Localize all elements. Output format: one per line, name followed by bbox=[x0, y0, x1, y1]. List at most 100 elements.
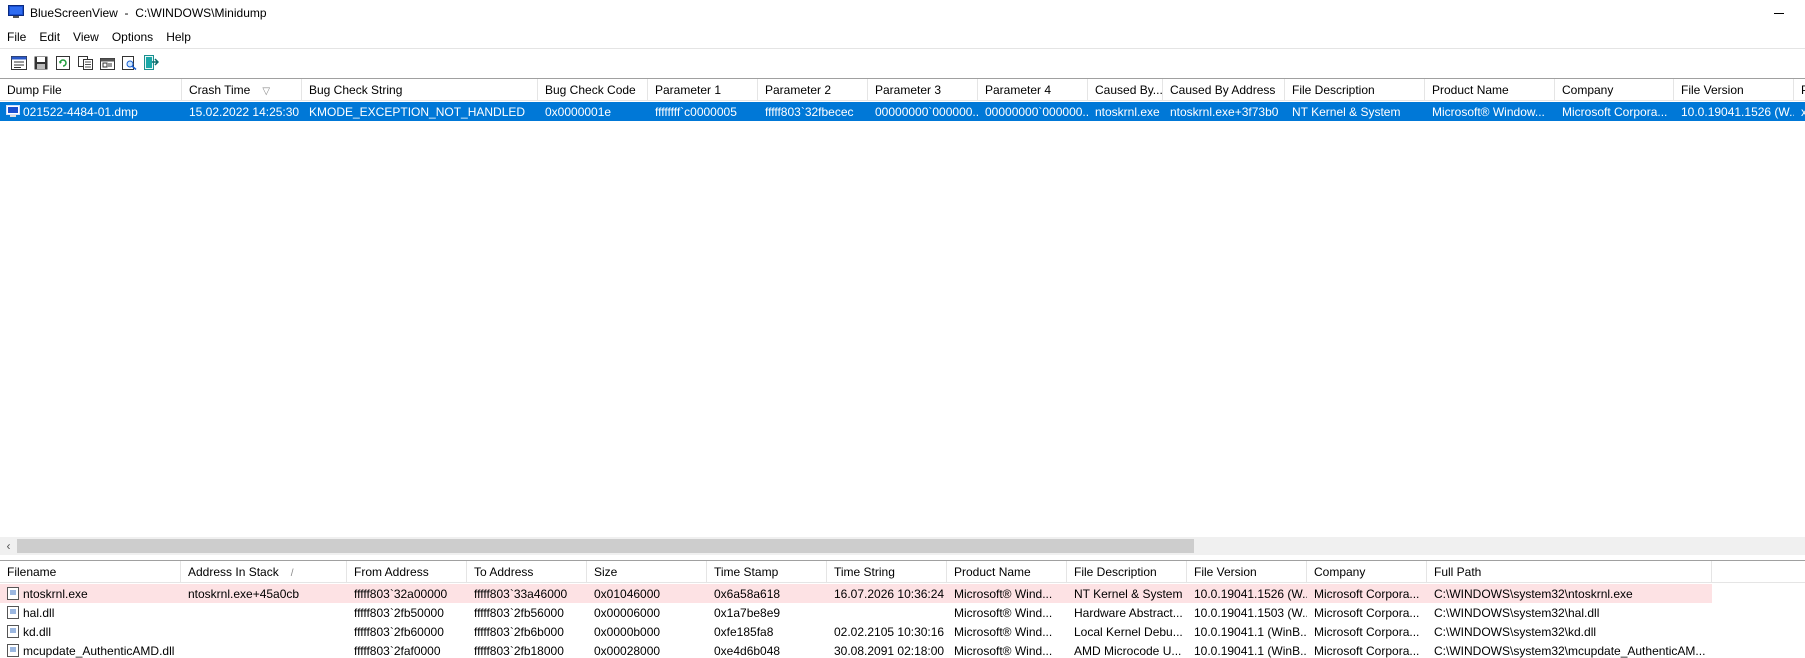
driver-list-header: Filename Address In Stack / From Address … bbox=[0, 561, 1805, 583]
scroll-left-icon[interactable]: ‹ bbox=[0, 537, 17, 555]
cell-file-version: 10.0.19041.1 (WinB... bbox=[1194, 625, 1307, 639]
cell-file-version: 10.0.19041.1526 (W... bbox=[1194, 587, 1307, 601]
col-caused-by-address[interactable]: Caused By Address bbox=[1163, 79, 1285, 101]
cell-from-address: fffff803`32a00000 bbox=[354, 587, 448, 601]
driver-row[interactable]: hal.dll fffff803`2fb50000 fffff803`2fb56… bbox=[0, 603, 1805, 622]
col-bug-check-code[interactable]: Bug Check Code bbox=[538, 79, 648, 101]
cell-full-path: C:\WINDOWS\system32\kd.dll bbox=[1434, 625, 1597, 639]
save-button[interactable] bbox=[30, 52, 52, 74]
driver-row[interactable]: kd.dll fffff803`2fb60000 fffff803`2fb6b0… bbox=[0, 622, 1805, 641]
col-full-path[interactable]: Full Path bbox=[1427, 561, 1712, 583]
cell-parameter-4: 00000000`000000... bbox=[985, 105, 1088, 119]
col-parameter-1[interactable]: Parameter 1 bbox=[648, 79, 758, 101]
col-file-description[interactable]: File Description bbox=[1285, 79, 1425, 101]
find-button[interactable] bbox=[118, 52, 140, 74]
cell-company: Microsoft Corpora... bbox=[1314, 587, 1420, 601]
cell-product-name: Microsoft® Wind... bbox=[954, 606, 1053, 620]
col-more[interactable]: P bbox=[1794, 79, 1805, 101]
copy-icon bbox=[77, 55, 93, 70]
cell-from-address: fffff803`2fb60000 bbox=[354, 625, 444, 639]
crash-list-header: Dump File Crash Time ▽ Bug Check String B… bbox=[0, 79, 1805, 101]
crash-row[interactable]: 021522-4484-01.dmp 15.02.2022 14:25:30 K… bbox=[0, 102, 1805, 121]
col-product-name[interactable]: Product Name bbox=[947, 561, 1067, 583]
title-bar: BlueScreenView - C:\WINDOWS\Minidump bbox=[0, 0, 1805, 26]
col-file-description[interactable]: File Description bbox=[1067, 561, 1187, 583]
driver-row[interactable]: mcupdate_AuthenticAMD.dll fffff803`2faf0… bbox=[0, 641, 1805, 658]
copy-button[interactable] bbox=[74, 52, 96, 74]
cell-to-address: fffff803`2fb56000 bbox=[474, 606, 564, 620]
save-icon bbox=[34, 56, 48, 69]
cell-time-stamp: 0xfe185fa8 bbox=[714, 625, 774, 639]
col-dump-file[interactable]: Dump File bbox=[0, 79, 182, 101]
col-company[interactable]: Company bbox=[1555, 79, 1674, 101]
col-filename[interactable]: Filename bbox=[0, 561, 181, 583]
cell-to-address: fffff803`2fb6b000 bbox=[474, 625, 564, 639]
properties-button[interactable] bbox=[96, 52, 118, 74]
col-file-version[interactable]: File Version bbox=[1674, 79, 1794, 101]
cell-product-name: Microsoft® Wind... bbox=[954, 644, 1053, 658]
cell-filename: ntoskrnl.exe bbox=[23, 587, 88, 601]
cell-time-stamp: 0x6a58a618 bbox=[714, 587, 781, 601]
exit-icon bbox=[144, 55, 159, 70]
col-company[interactable]: Company bbox=[1307, 561, 1427, 583]
cell-filename: kd.dll bbox=[23, 625, 52, 639]
cell-size: 0x01046000 bbox=[594, 587, 661, 601]
col-parameter-3[interactable]: Parameter 3 bbox=[868, 79, 978, 101]
col-time-string[interactable]: Time String bbox=[827, 561, 947, 583]
cell-product-name: Microsoft® Window... bbox=[1432, 105, 1545, 119]
toolbar bbox=[0, 48, 1805, 76]
cell-parameter-2: fffff803`32fbecec bbox=[765, 105, 854, 119]
cell-time-string: 30.08.2091 02:18:00 bbox=[834, 644, 945, 658]
col-address-in-stack[interactable]: Address In Stack / bbox=[181, 561, 347, 583]
cell-from-address: fffff803`2faf0000 bbox=[354, 644, 441, 658]
col-size[interactable]: Size bbox=[587, 561, 707, 583]
cell-to-address: fffff803`2fb18000 bbox=[474, 644, 564, 658]
menu-edit[interactable]: Edit bbox=[32, 27, 66, 47]
html-report-button[interactable] bbox=[8, 52, 30, 74]
cell-company: Microsoft Corpora... bbox=[1314, 606, 1420, 620]
col-time-stamp[interactable]: Time Stamp bbox=[707, 561, 827, 583]
cell-parameter-1: ffffffff`c0000005 bbox=[655, 105, 737, 119]
col-from-address[interactable]: From Address bbox=[347, 561, 467, 583]
driver-list-pane[interactable]: Filename Address In Stack / From Address … bbox=[0, 560, 1805, 658]
col-product-name[interactable]: Product Name bbox=[1425, 79, 1555, 101]
cell-parameter-3: 00000000`000000... bbox=[875, 105, 978, 119]
cell-product-name: Microsoft® Wind... bbox=[954, 587, 1053, 601]
col-bug-check-string[interactable]: Bug Check String bbox=[302, 79, 538, 101]
col-crash-time[interactable]: Crash Time ▽ bbox=[182, 79, 302, 101]
col-caused-by-driver[interactable]: Caused By... bbox=[1088, 79, 1163, 101]
html-report-icon bbox=[11, 55, 27, 70]
horizontal-scrollbar[interactable]: ‹ bbox=[0, 537, 1805, 555]
minimize-icon bbox=[1774, 12, 1784, 14]
cell-dump-file: 021522-4484-01.dmp bbox=[23, 105, 138, 119]
col-parameter-2[interactable]: Parameter 2 bbox=[758, 79, 868, 101]
cell-size: 0x0000b000 bbox=[594, 625, 661, 639]
cell-address-in-stack bbox=[181, 641, 347, 658]
cell-address-in-stack bbox=[181, 603, 347, 622]
cell-address-in-stack bbox=[181, 622, 347, 641]
cell-crash-time: 15.02.2022 14:25:30 bbox=[189, 105, 300, 119]
cell-bug-check-string: KMODE_EXCEPTION_NOT_HANDLED bbox=[309, 105, 526, 119]
col-parameter-4[interactable]: Parameter 4 bbox=[978, 79, 1088, 101]
cell-time-stamp: 0xe4d6b048 bbox=[714, 644, 781, 658]
menu-file[interactable]: File bbox=[0, 27, 32, 47]
cell-time-string bbox=[827, 603, 947, 622]
driver-row[interactable]: ntoskrnl.exe ntoskrnl.exe+45a0cb fffff80… bbox=[0, 584, 1712, 603]
col-file-version[interactable]: File Version bbox=[1187, 561, 1307, 583]
menu-view[interactable]: View bbox=[66, 27, 105, 47]
col-to-address[interactable]: To Address bbox=[467, 561, 587, 583]
app-icon bbox=[8, 5, 24, 18]
cell-to-address: fffff803`33a46000 bbox=[474, 587, 568, 601]
menu-help[interactable]: Help bbox=[159, 27, 197, 47]
cell-caused-by-driver: ntoskrnl.exe bbox=[1095, 105, 1160, 119]
minimize-button[interactable] bbox=[1756, 0, 1802, 26]
refresh-button[interactable] bbox=[52, 52, 74, 74]
cell-address-in-stack: ntoskrnl.exe+45a0cb bbox=[188, 587, 300, 601]
menu-options[interactable]: Options bbox=[105, 27, 159, 47]
cell-file-description: NT Kernel & System bbox=[1074, 587, 1183, 601]
cell-time-string: 16.07.2026 10:36:24 bbox=[834, 587, 945, 601]
scroll-thumb[interactable] bbox=[17, 539, 1194, 553]
crash-list-pane[interactable]: Dump File Crash Time ▽ Bug Check String B… bbox=[0, 78, 1805, 556]
cell-file-version: 10.0.19041.1503 (W... bbox=[1194, 606, 1307, 620]
exit-button[interactable] bbox=[140, 52, 162, 74]
